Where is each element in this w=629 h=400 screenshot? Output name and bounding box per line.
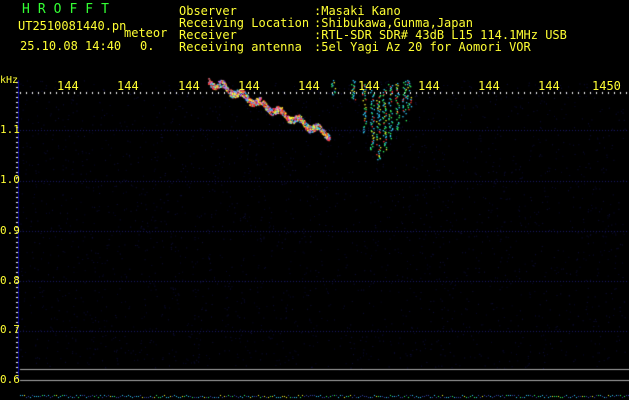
unit-label: kHz (0, 75, 19, 86)
x-tick-label: 144 (238, 79, 260, 93)
spectrogram-plot (0, 0, 629, 400)
meteor-label: meteor (124, 26, 168, 40)
meteor-count: 0. (140, 39, 155, 53)
x-tick-label: 144 (117, 79, 139, 93)
y-tick-label: 0.6 (0, 373, 20, 386)
x-tick-label: 144 (57, 79, 79, 93)
x-tick-label: 144 (298, 79, 320, 93)
file-name: UT2510081440.pn (18, 19, 127, 33)
y-tick-label: 0.7 (0, 323, 20, 336)
x-tick-label: 144 (538, 79, 560, 93)
y-tick-label: 1.1 (0, 123, 20, 136)
y-tick-label: 0.8 (0, 274, 20, 287)
y-tick-label: 0.9 (0, 224, 20, 237)
x-tick-label: 144 (358, 79, 380, 93)
y-tick-label: 1.0 (0, 173, 20, 186)
datetime: 25.10.08 14:40 (20, 39, 122, 53)
antenna-label: Receiving antenna (179, 40, 302, 54)
x-tick-label: 144 (478, 79, 500, 93)
antenna-value: :5el Yagi Az 20 for Aomori VOR (314, 40, 531, 54)
x-tick-label: 144 (178, 79, 200, 93)
x-tick-label: 1450 (592, 79, 621, 93)
app-title: HROFFT (22, 2, 117, 17)
x-tick-label: 144 (418, 79, 440, 93)
